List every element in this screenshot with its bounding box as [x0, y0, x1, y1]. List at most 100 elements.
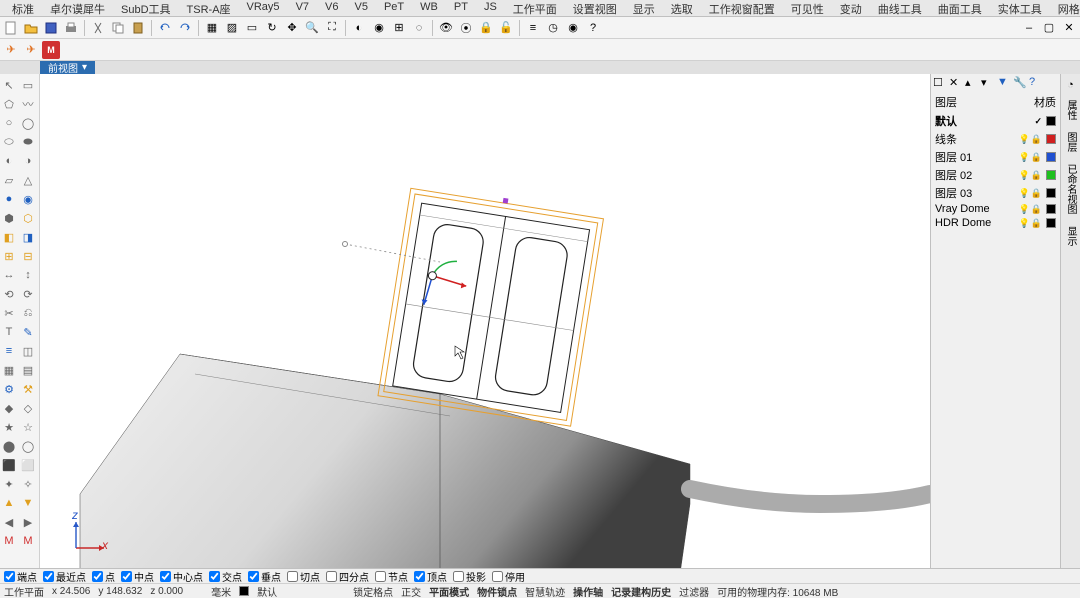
viewport[interactable]: x z — [40, 74, 930, 568]
status-ortho[interactable]: 正交 — [401, 584, 421, 598]
snap-checkbox[interactable] — [492, 571, 503, 582]
select-icon[interactable]: ▭ — [243, 19, 261, 37]
copy-icon[interactable] — [109, 19, 127, 37]
tool-0[interactable]: ↖ — [0, 76, 18, 94]
menu-4[interactable]: VRay5 — [239, 0, 288, 16]
snap-7[interactable]: 切点 — [287, 569, 320, 584]
status-smart[interactable]: 智慧轨迹 — [525, 584, 565, 598]
tool-7[interactable]: ⬬ — [19, 133, 37, 151]
status-filter[interactable]: 过滤器 — [679, 584, 709, 598]
layer-color-swatch[interactable] — [1046, 218, 1056, 228]
layer-color-swatch[interactable] — [1046, 170, 1056, 180]
pan-icon[interactable]: ✥ — [283, 19, 301, 37]
paste-icon[interactable] — [129, 19, 147, 37]
tool-28[interactable]: ≡ — [0, 342, 18, 360]
layer-row[interactable]: 图层 02💡🔒 — [931, 166, 1060, 184]
tool-49[interactable]: M — [19, 532, 37, 550]
layer-color-swatch[interactable] — [1046, 134, 1056, 144]
tool-48[interactable]: M — [0, 532, 18, 550]
snap-3[interactable]: 中点 — [121, 569, 154, 584]
snap-checkbox[interactable] — [453, 571, 464, 582]
menu-19[interactable]: 曲线工具 — [870, 0, 930, 16]
menu-11[interactable]: JS — [476, 0, 505, 16]
layer-visibility-icons[interactable]: ✓ — [1034, 116, 1042, 127]
tool-12[interactable]: ● — [0, 190, 18, 208]
zoom-ext-icon[interactable]: ⛶ — [323, 19, 341, 37]
tool-40[interactable]: ⬛ — [0, 456, 18, 474]
tool-11[interactable]: △ — [19, 171, 37, 189]
menu-3[interactable]: TSR-A座 — [179, 0, 239, 16]
snap-8[interactable]: 四分点 — [326, 569, 369, 584]
menu-5[interactable]: V7 — [288, 0, 317, 16]
status-cplane[interactable]: 工作平面 — [4, 584, 44, 598]
menu-21[interactable]: 实体工具 — [990, 0, 1050, 16]
menu-20[interactable]: 曲面工具 — [930, 0, 990, 16]
tool-41[interactable]: ⬜ — [19, 456, 37, 474]
min-icon[interactable]: – — [1020, 19, 1038, 37]
menu-8[interactable]: PeT — [376, 0, 412, 16]
menu-13[interactable]: 设置视图 — [565, 0, 625, 16]
menu-16[interactable]: 工作视窗配置 — [701, 0, 783, 16]
tool-34[interactable]: ◆ — [0, 399, 18, 417]
snap-checkbox[interactable] — [287, 571, 298, 582]
hide-icon[interactable]: 👁 — [437, 19, 455, 37]
tool-30[interactable]: ▦ — [0, 361, 18, 379]
tool-22[interactable]: ⟲ — [0, 285, 18, 303]
tool-19[interactable]: ⊟ — [19, 247, 37, 265]
layer-visibility-icons[interactable]: 💡🔒 — [1019, 152, 1042, 163]
status-history[interactable]: 记录建构历史 — [611, 584, 671, 598]
snap-10[interactable]: 顶点 — [414, 569, 447, 584]
tool-45[interactable]: ▼ — [19, 494, 37, 512]
tool-23[interactable]: ⟳ — [19, 285, 37, 303]
plane2-icon[interactable]: ✈ — [22, 41, 40, 59]
tool-4[interactable]: ○ — [0, 114, 18, 132]
box-m-icon[interactable]: M — [42, 41, 60, 59]
layer-color-swatch[interactable] — [1046, 204, 1056, 214]
vtab-0[interactable]: 属性 — [1061, 96, 1080, 124]
snap-4[interactable]: 中心点 — [160, 569, 203, 584]
tool-27[interactable]: ✎ — [19, 323, 37, 341]
cut-icon[interactable] — [89, 19, 107, 37]
menu-10[interactable]: PT — [446, 0, 476, 16]
snap-0[interactable]: 端点 — [4, 569, 37, 584]
tab-dropdown-icon[interactable]: ▾ — [82, 62, 87, 73]
menu-7[interactable]: V5 — [347, 0, 376, 16]
layer-color-swatch[interactable] — [1046, 116, 1056, 126]
new-icon[interactable] — [2, 19, 20, 37]
snap-checkbox[interactable] — [209, 571, 220, 582]
lock-icon[interactable]: 🔒 — [477, 19, 495, 37]
panel-up-icon[interactable]: ▴ — [965, 76, 979, 90]
tool-36[interactable]: ★ — [0, 418, 18, 436]
max-icon[interactable]: ▢ — [1040, 19, 1058, 37]
snap-checkbox[interactable] — [4, 571, 15, 582]
status-planar[interactable]: 平面模式 — [429, 584, 469, 598]
tool-26[interactable]: T — [0, 323, 18, 341]
tool-21[interactable]: ↕ — [19, 266, 37, 284]
tool-38[interactable]: ⬤ — [0, 437, 18, 455]
snap-5[interactable]: 交点 — [209, 569, 242, 584]
unlock-icon[interactable]: 🔓 — [497, 19, 515, 37]
vtab-2[interactable]: 已命名视图 — [1061, 160, 1080, 218]
tool-47[interactable]: ▶ — [19, 513, 37, 531]
snap-checkbox[interactable] — [248, 571, 259, 582]
plane-icon[interactable]: ✈ — [2, 41, 20, 59]
tool-29[interactable]: ◫ — [19, 342, 37, 360]
show-icon[interactable]: ⦿ — [457, 19, 475, 37]
snap-checkbox[interactable] — [160, 571, 171, 582]
snap-2[interactable]: 点 — [92, 569, 115, 584]
menu-18[interactable]: 变动 — [832, 0, 870, 16]
menu-0[interactable]: 标准 — [4, 0, 42, 16]
menu-12[interactable]: 工作平面 — [505, 0, 565, 16]
layer-row[interactable]: 图层 01💡🔒 — [931, 148, 1060, 166]
status-gumball[interactable]: 操作轴 — [573, 584, 603, 598]
snap-6[interactable]: 垂点 — [248, 569, 281, 584]
snap-checkbox[interactable] — [414, 571, 425, 582]
menu-15[interactable]: 选取 — [663, 0, 701, 16]
layer-visibility-icons[interactable]: 💡🔒 — [1019, 134, 1042, 145]
tool-35[interactable]: ◇ — [19, 399, 37, 417]
status-osnap[interactable]: 物件锁点 — [477, 584, 517, 598]
menu-22[interactable]: 网格工具 — [1050, 0, 1080, 16]
layer-visibility-icons[interactable]: 💡🔒 — [1019, 170, 1042, 181]
tool-24[interactable]: ✂ — [0, 304, 18, 322]
tool-43[interactable]: ✧ — [19, 475, 37, 493]
